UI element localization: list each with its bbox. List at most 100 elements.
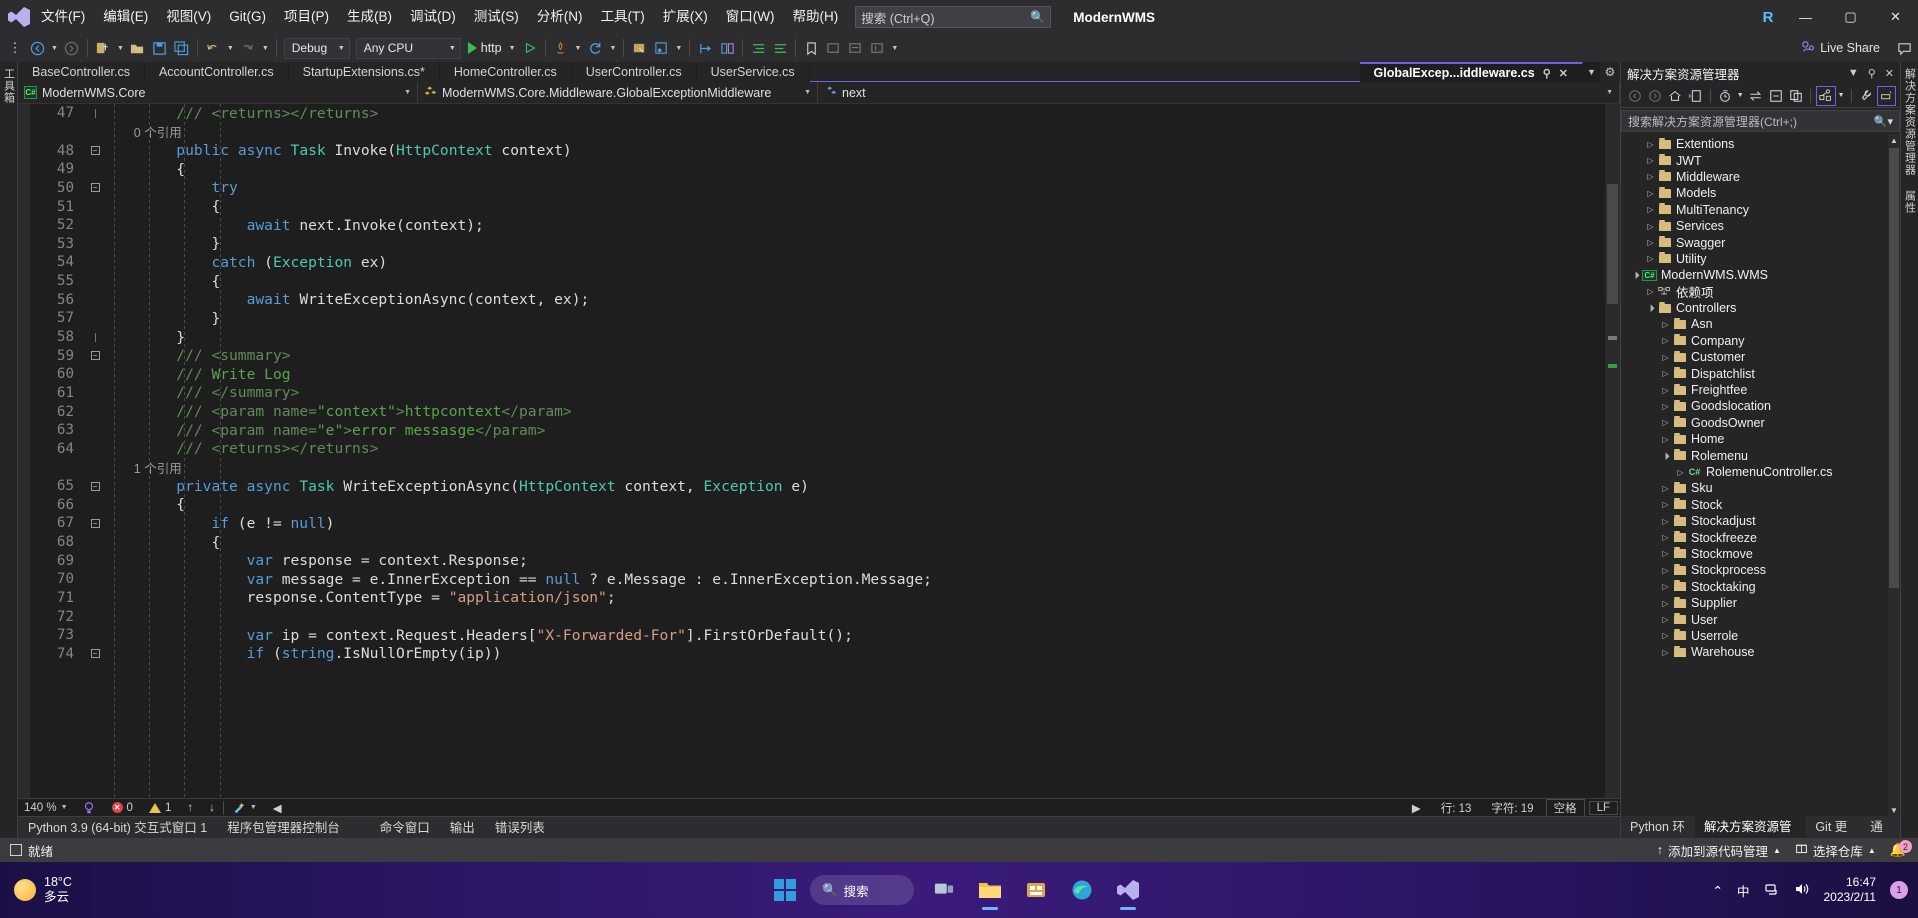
sync-with-active-document-icon[interactable] bbox=[1746, 86, 1765, 106]
chevron-down-icon[interactable]: ◢ bbox=[1658, 448, 1673, 463]
chevron-right-icon[interactable]: ▷ bbox=[1659, 566, 1672, 575]
scroll-down-icon[interactable]: ▼ bbox=[1889, 804, 1899, 816]
refresh-icon[interactable] bbox=[584, 36, 606, 60]
code-line[interactable]: 48 − public async Task Invoke(HttpContext… bbox=[30, 141, 1605, 160]
code-line[interactable]: 72 bbox=[30, 607, 1605, 626]
fold-margin[interactable]: − bbox=[84, 481, 106, 491]
chevron-right-icon[interactable]: ▷ bbox=[1644, 172, 1657, 181]
chevron-right-icon[interactable]: ▷ bbox=[1644, 189, 1657, 198]
tree-scrollbar-thumb[interactable] bbox=[1889, 148, 1899, 588]
chevron-down-icon[interactable]: ▼ bbox=[1848, 67, 1859, 80]
solution-platform-select[interactable]: Any CPU ▼ bbox=[355, 37, 461, 59]
uncomment-icon[interactable] bbox=[844, 36, 866, 60]
notifications-button[interactable]: 🔔 2 bbox=[1890, 840, 1912, 858]
code-line[interactable]: 74 − if (string.IsNullOrEmpty(ip)) bbox=[30, 645, 1605, 664]
collapse-icon[interactable]: − bbox=[90, 481, 100, 491]
home-icon[interactable] bbox=[1665, 86, 1684, 106]
hot-reload-icon[interactable] bbox=[550, 36, 572, 60]
visual-studio-icon[interactable] bbox=[1112, 874, 1144, 910]
tab-solution-explorer[interactable]: 解决方案资源管理器 bbox=[1694, 816, 1807, 856]
show-pending-changes-icon[interactable] bbox=[1716, 86, 1735, 106]
undo-dropdown[interactable]: ▼ bbox=[224, 45, 237, 52]
editor-tab-basecontroller[interactable]: BaseController.cs bbox=[18, 62, 145, 82]
chevron-right-icon[interactable]: ▷ bbox=[1659, 418, 1672, 427]
pending-changes-icon[interactable] bbox=[1685, 86, 1704, 106]
fold-margin[interactable]: − bbox=[84, 351, 106, 361]
bookmark-icon[interactable] bbox=[800, 36, 822, 60]
quick-search-input[interactable]: 搜索 (Ctrl+Q) 🔍 bbox=[855, 6, 1052, 28]
indentation-indicator[interactable]: 空格 bbox=[1545, 798, 1585, 817]
menu-analyze[interactable]: 分析(N) bbox=[528, 0, 592, 34]
solution-tree[interactable]: ▷ Extentions ▷ JWT ▷ Middleware ▷ Models ▷ MultiT… bbox=[1621, 134, 1900, 816]
store-icon[interactable] bbox=[1020, 874, 1052, 906]
tool-tab-python-interactive[interactable]: Python 3.9 (64-bit) 交互式窗口 1 bbox=[18, 817, 217, 839]
solution-explorer-rail-label[interactable]: 解决方案资源管理器 bbox=[1902, 68, 1918, 176]
chevron-down-icon[interactable]: ◢ bbox=[1643, 301, 1658, 316]
fold-margin[interactable] bbox=[84, 332, 106, 342]
tree-item-customer[interactable]: ▷ Customer bbox=[1621, 349, 1900, 365]
code-line[interactable]: 59 − /// <summary> bbox=[30, 346, 1605, 365]
menu-debug[interactable]: 调试(D) bbox=[401, 0, 465, 34]
code-line[interactable]: 62 /// <param name="context">httpcontext… bbox=[30, 402, 1605, 421]
tool-tab-error-list[interactable]: 错误列表 bbox=[485, 817, 555, 839]
chevron-right-icon[interactable]: ▷ bbox=[1659, 435, 1672, 444]
error-count-indicator[interactable]: ✕ 0 bbox=[104, 802, 141, 814]
code-line[interactable]: 55 { bbox=[30, 272, 1605, 291]
tree-item-models[interactable]: ▷ Models bbox=[1621, 185, 1900, 201]
step-into-icon[interactable] bbox=[694, 36, 716, 60]
code-line[interactable]: 71 response.ContentType = "application/j… bbox=[30, 589, 1605, 608]
chevron-right-icon[interactable]: ▷ bbox=[1659, 386, 1672, 395]
chevron-right-icon[interactable]: ▷ bbox=[1659, 648, 1672, 657]
tree-item-goodslocation[interactable]: ▷ Goodslocation bbox=[1621, 398, 1900, 414]
tree-item-modernwms-wms[interactable]: ◢ C# ModernWMS.WMS bbox=[1621, 267, 1900, 283]
tree-item-goodsowner[interactable]: ▷ GoodsOwner bbox=[1621, 415, 1900, 431]
new-project-icon[interactable] bbox=[92, 36, 114, 60]
tool-tab-output[interactable]: 输出 bbox=[440, 817, 485, 839]
live-share-button[interactable]: Live Share bbox=[1801, 40, 1890, 57]
solution-configuration-select[interactable]: Debug ▼ bbox=[283, 37, 350, 59]
menu-view[interactable]: 视图(V) bbox=[157, 0, 220, 34]
chevron-right-icon[interactable]: ▷ bbox=[1674, 468, 1687, 477]
volume-icon[interactable] bbox=[1794, 881, 1810, 900]
menu-test[interactable]: 测试(S) bbox=[465, 0, 528, 34]
back-icon[interactable] bbox=[1625, 86, 1644, 106]
tree-item-middleware[interactable]: ▷ Middleware bbox=[1621, 169, 1900, 185]
start-debug-button[interactable]: http bbox=[464, 36, 506, 60]
collapse-icon[interactable]: − bbox=[90, 518, 100, 528]
search-icon[interactable]: 🔍▾ bbox=[1874, 115, 1893, 128]
tool-tab-package-manager-console[interactable]: 程序包管理器控制台 bbox=[217, 817, 350, 839]
intellicode-icon[interactable] bbox=[74, 801, 104, 815]
tree-item-controllers[interactable]: ◢ Controllers bbox=[1621, 300, 1900, 316]
arrow-down-icon[interactable]: ↓ bbox=[201, 802, 223, 814]
tree-item-stockadjust[interactable]: ▷ Stockadjust bbox=[1621, 513, 1900, 529]
code-line[interactable]: 52 await next.Invoke(context); bbox=[30, 216, 1605, 235]
new-project-dropdown[interactable]: ▼ bbox=[114, 45, 127, 52]
code-line[interactable]: 61 /// </summary> bbox=[30, 384, 1605, 403]
chevron-right-icon[interactable]: ▷ bbox=[1644, 254, 1657, 263]
chevron-right-icon[interactable]: ▷ bbox=[1659, 402, 1672, 411]
chevron-right-icon[interactable]: ▷ bbox=[1644, 238, 1657, 247]
scrollbar-thumb[interactable] bbox=[1607, 184, 1618, 304]
chevron-right-icon[interactable]: ▷ bbox=[1644, 205, 1657, 214]
tab-python-environments[interactable]: Python 环境 bbox=[1621, 816, 1695, 856]
fold-margin[interactable] bbox=[84, 108, 106, 118]
solution-explorer-search-input[interactable]: 搜索解决方案资源管理器(Ctrl+;) 🔍▾ bbox=[1621, 110, 1900, 132]
code-line[interactable]: 50 − try bbox=[30, 179, 1605, 198]
code-line[interactable]: 51 { bbox=[30, 197, 1605, 216]
live-preview-icon[interactable] bbox=[650, 36, 672, 60]
edge-browser-icon[interactable] bbox=[1066, 874, 1098, 906]
chevron-down-icon-2[interactable]: ▼ bbox=[1837, 86, 1846, 106]
save-icon[interactable] bbox=[149, 36, 171, 60]
pin-icon[interactable]: ⚲ bbox=[1868, 67, 1876, 80]
notification-badge[interactable]: 1 bbox=[1890, 881, 1908, 899]
code-line[interactable]: 0 个引用 bbox=[30, 123, 1605, 142]
pin-icon[interactable]: ⚲ bbox=[1543, 67, 1551, 80]
redo-dropdown[interactable]: ▼ bbox=[259, 45, 272, 52]
chevron-right-icon[interactable]: ▷ bbox=[1659, 500, 1672, 509]
close-icon[interactable]: ✕ bbox=[1559, 67, 1568, 80]
chevron-right-icon[interactable]: ▷ bbox=[1644, 140, 1657, 149]
chevron-right-icon[interactable]: ▷ bbox=[1659, 582, 1672, 591]
editor-tab-startupextensions[interactable]: StartupExtensions.cs* bbox=[288, 62, 440, 82]
tool-tab-command-window[interactable]: 命令窗口 bbox=[370, 817, 440, 839]
tree-item-freightfee[interactable]: ▷ Freightfee bbox=[1621, 382, 1900, 398]
